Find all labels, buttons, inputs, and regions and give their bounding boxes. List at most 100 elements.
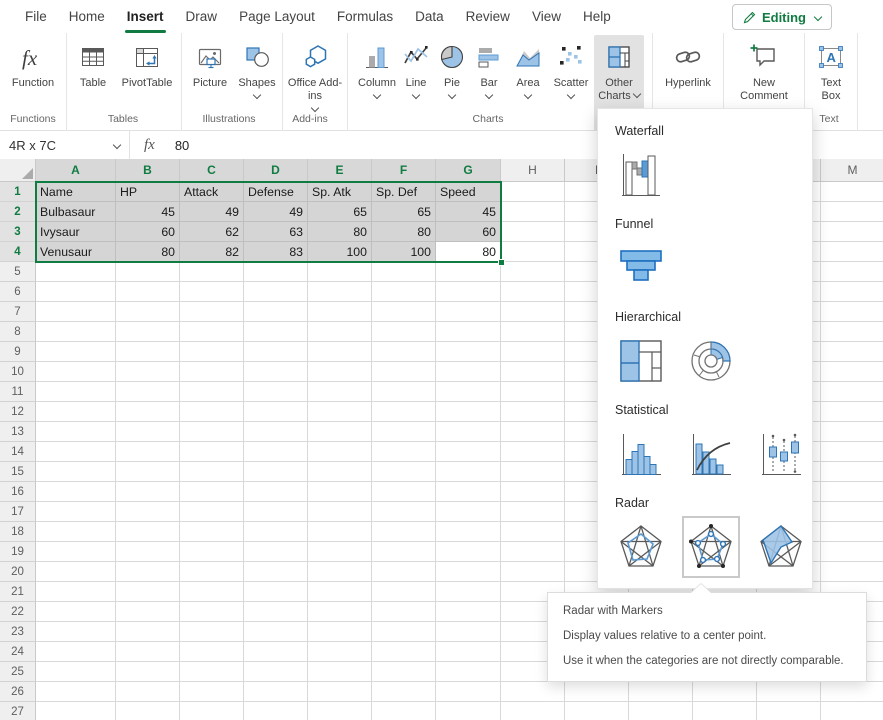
tab-draw[interactable]: Draw	[175, 0, 229, 33]
row-header-3[interactable]: 3	[0, 222, 36, 242]
chart-type-histogram[interactable]	[612, 423, 670, 485]
name-box[interactable]: 4R x 7C	[0, 131, 130, 159]
chevron-down-icon	[412, 91, 420, 99]
cell-C1[interactable]: Attack	[180, 182, 244, 202]
row-header-12[interactable]: 12	[0, 402, 36, 422]
line-chart-button[interactable]: Line	[398, 35, 434, 131]
cell-C2[interactable]: 49	[180, 202, 244, 222]
column-header-G[interactable]: G	[436, 159, 501, 182]
cell-B3[interactable]: 60	[116, 222, 180, 242]
chart-type-radar-with-markers[interactable]	[682, 516, 740, 578]
column-header-M[interactable]: M	[821, 159, 883, 182]
column-header-F[interactable]: F	[372, 159, 436, 182]
cell-E3[interactable]: 80	[308, 222, 372, 242]
row-header-2[interactable]: 2	[0, 202, 36, 222]
row-header-24[interactable]: 24	[0, 642, 36, 662]
cell-B1[interactable]: HP	[116, 182, 180, 202]
cell-D3[interactable]: 63	[244, 222, 308, 242]
formula-input[interactable]: 80	[175, 138, 189, 153]
row-header-7[interactable]: 7	[0, 302, 36, 322]
column-header-D[interactable]: D	[244, 159, 308, 182]
row-header-20[interactable]: 20	[0, 562, 36, 582]
cell-C4[interactable]: 82	[180, 242, 244, 262]
group-label-charts: Charts	[473, 113, 504, 125]
cell-D1[interactable]: Defense	[244, 182, 308, 202]
cell-D4[interactable]: 83	[244, 242, 308, 262]
chart-type-sunburst[interactable]	[682, 330, 740, 392]
row-header-21[interactable]: 21	[0, 582, 36, 602]
cell-A3[interactable]: Ivysaur	[36, 222, 116, 242]
cell-B4[interactable]: 80	[116, 242, 180, 262]
row-header-10[interactable]: 10	[0, 362, 36, 382]
column-header-B[interactable]: B	[116, 159, 180, 182]
line-chart-icon	[401, 39, 431, 75]
fill-handle[interactable]	[498, 259, 505, 266]
row-header-11[interactable]: 11	[0, 382, 36, 402]
area-chart-button[interactable]: Area	[508, 35, 548, 131]
tab-review[interactable]: Review	[455, 0, 521, 33]
row-header-16[interactable]: 16	[0, 482, 36, 502]
scatter-chart-button[interactable]: Scatter	[548, 35, 594, 131]
row-header-13[interactable]: 13	[0, 422, 36, 442]
tab-data[interactable]: Data	[404, 0, 455, 33]
radar-chart-icon	[619, 523, 663, 571]
row-header-19[interactable]: 19	[0, 542, 36, 562]
tab-view[interactable]: View	[521, 0, 572, 33]
row-header-9[interactable]: 9	[0, 342, 36, 362]
cell-A1[interactable]: Name	[36, 182, 116, 202]
row-header-18[interactable]: 18	[0, 522, 36, 542]
row-header-15[interactable]: 15	[0, 462, 36, 482]
chart-type-waterfall[interactable]	[612, 144, 670, 206]
chart-type-box-and-whisker[interactable]	[752, 423, 810, 485]
cell-A4[interactable]: Venusaur	[36, 242, 116, 262]
row-header-25[interactable]: 25	[0, 662, 36, 682]
tab-page-layout[interactable]: Page Layout	[228, 0, 326, 33]
cell-C3[interactable]: 62	[180, 222, 244, 242]
cell-G3[interactable]: 60	[436, 222, 501, 242]
cell-B2[interactable]: 45	[116, 202, 180, 222]
cell-E4[interactable]: 100	[308, 242, 372, 262]
row-header-8[interactable]: 8	[0, 322, 36, 342]
tab-help[interactable]: Help	[572, 0, 622, 33]
row-header-6[interactable]: 6	[0, 282, 36, 302]
row-header-14[interactable]: 14	[0, 442, 36, 462]
row-header-17[interactable]: 17	[0, 502, 36, 522]
tab-insert[interactable]: Insert	[116, 0, 175, 33]
row-header-23[interactable]: 23	[0, 622, 36, 642]
cell-D2[interactable]: 49	[244, 202, 308, 222]
row-header-5[interactable]: 5	[0, 262, 36, 282]
row-header-1[interactable]: 1	[0, 182, 36, 202]
tooltip-description: Display values relative to a center poin…	[563, 630, 851, 642]
cell-F3[interactable]: 80	[372, 222, 436, 242]
tab-file[interactable]: File	[14, 0, 58, 33]
cell-E2[interactable]: 65	[308, 202, 372, 222]
cell-A2[interactable]: Bulbasaur	[36, 202, 116, 222]
cell-G2[interactable]: 45	[436, 202, 501, 222]
column-chart-button[interactable]: Column	[356, 35, 398, 131]
chart-type-filled-radar[interactable]	[752, 516, 810, 578]
select-all-corner[interactable]	[0, 159, 36, 182]
column-header-E[interactable]: E	[308, 159, 372, 182]
chart-type-funnel[interactable]	[612, 237, 670, 299]
column-header-C[interactable]: C	[180, 159, 244, 182]
column-header-H[interactable]: H	[501, 159, 565, 182]
cell-F1[interactable]: Sp. Def	[372, 182, 436, 202]
cell-E1[interactable]: Sp. Atk	[308, 182, 372, 202]
tab-formulas[interactable]: Formulas	[326, 0, 404, 33]
treemap-chart-icon	[619, 337, 663, 385]
row-header-22[interactable]: 22	[0, 602, 36, 622]
row-header-27[interactable]: 27	[0, 702, 36, 720]
cell-F4[interactable]: 100	[372, 242, 436, 262]
row-header-4[interactable]: 4	[0, 242, 36, 262]
cell-G4[interactable]: 80	[436, 242, 501, 262]
row-header-26[interactable]: 26	[0, 682, 36, 702]
editing-mode-button[interactable]: Editing	[732, 4, 832, 30]
tab-home[interactable]: Home	[58, 0, 116, 33]
cell-G1[interactable]: Speed	[436, 182, 501, 202]
cell-F2[interactable]: 65	[372, 202, 436, 222]
pie-chart-button[interactable]: Pie	[434, 35, 470, 131]
chart-type-treemap[interactable]	[612, 330, 670, 392]
chart-type-radar[interactable]	[612, 516, 670, 578]
column-header-A[interactable]: A	[36, 159, 116, 182]
chart-type-pareto[interactable]	[682, 423, 740, 485]
